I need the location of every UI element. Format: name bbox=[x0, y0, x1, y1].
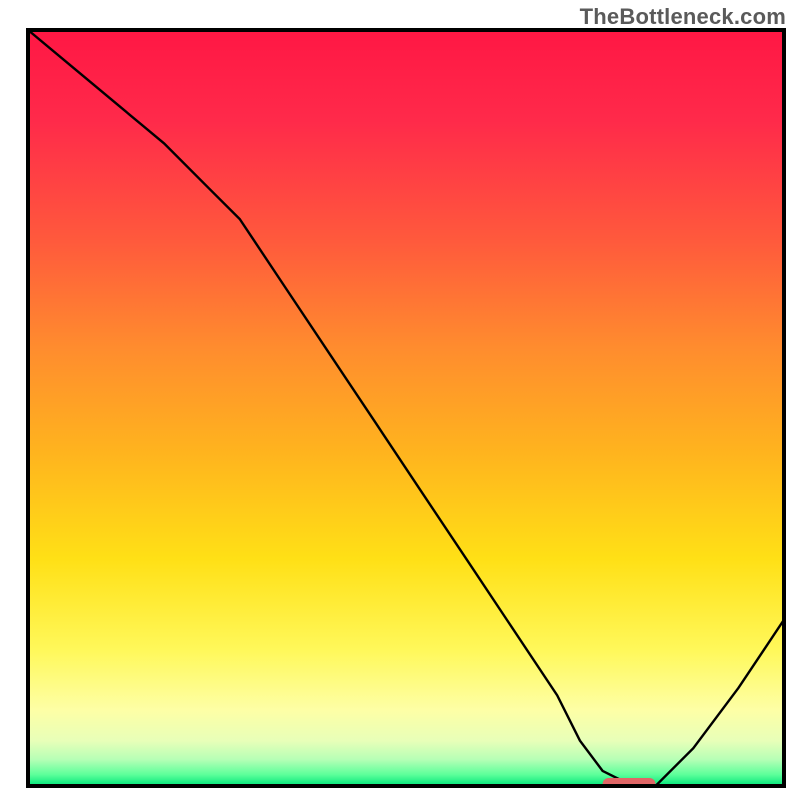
chart-stage: TheBottleneck.com bbox=[0, 0, 800, 800]
bottleneck-chart bbox=[0, 0, 800, 800]
gradient-background bbox=[28, 30, 784, 786]
watermark-text: TheBottleneck.com bbox=[580, 4, 786, 30]
